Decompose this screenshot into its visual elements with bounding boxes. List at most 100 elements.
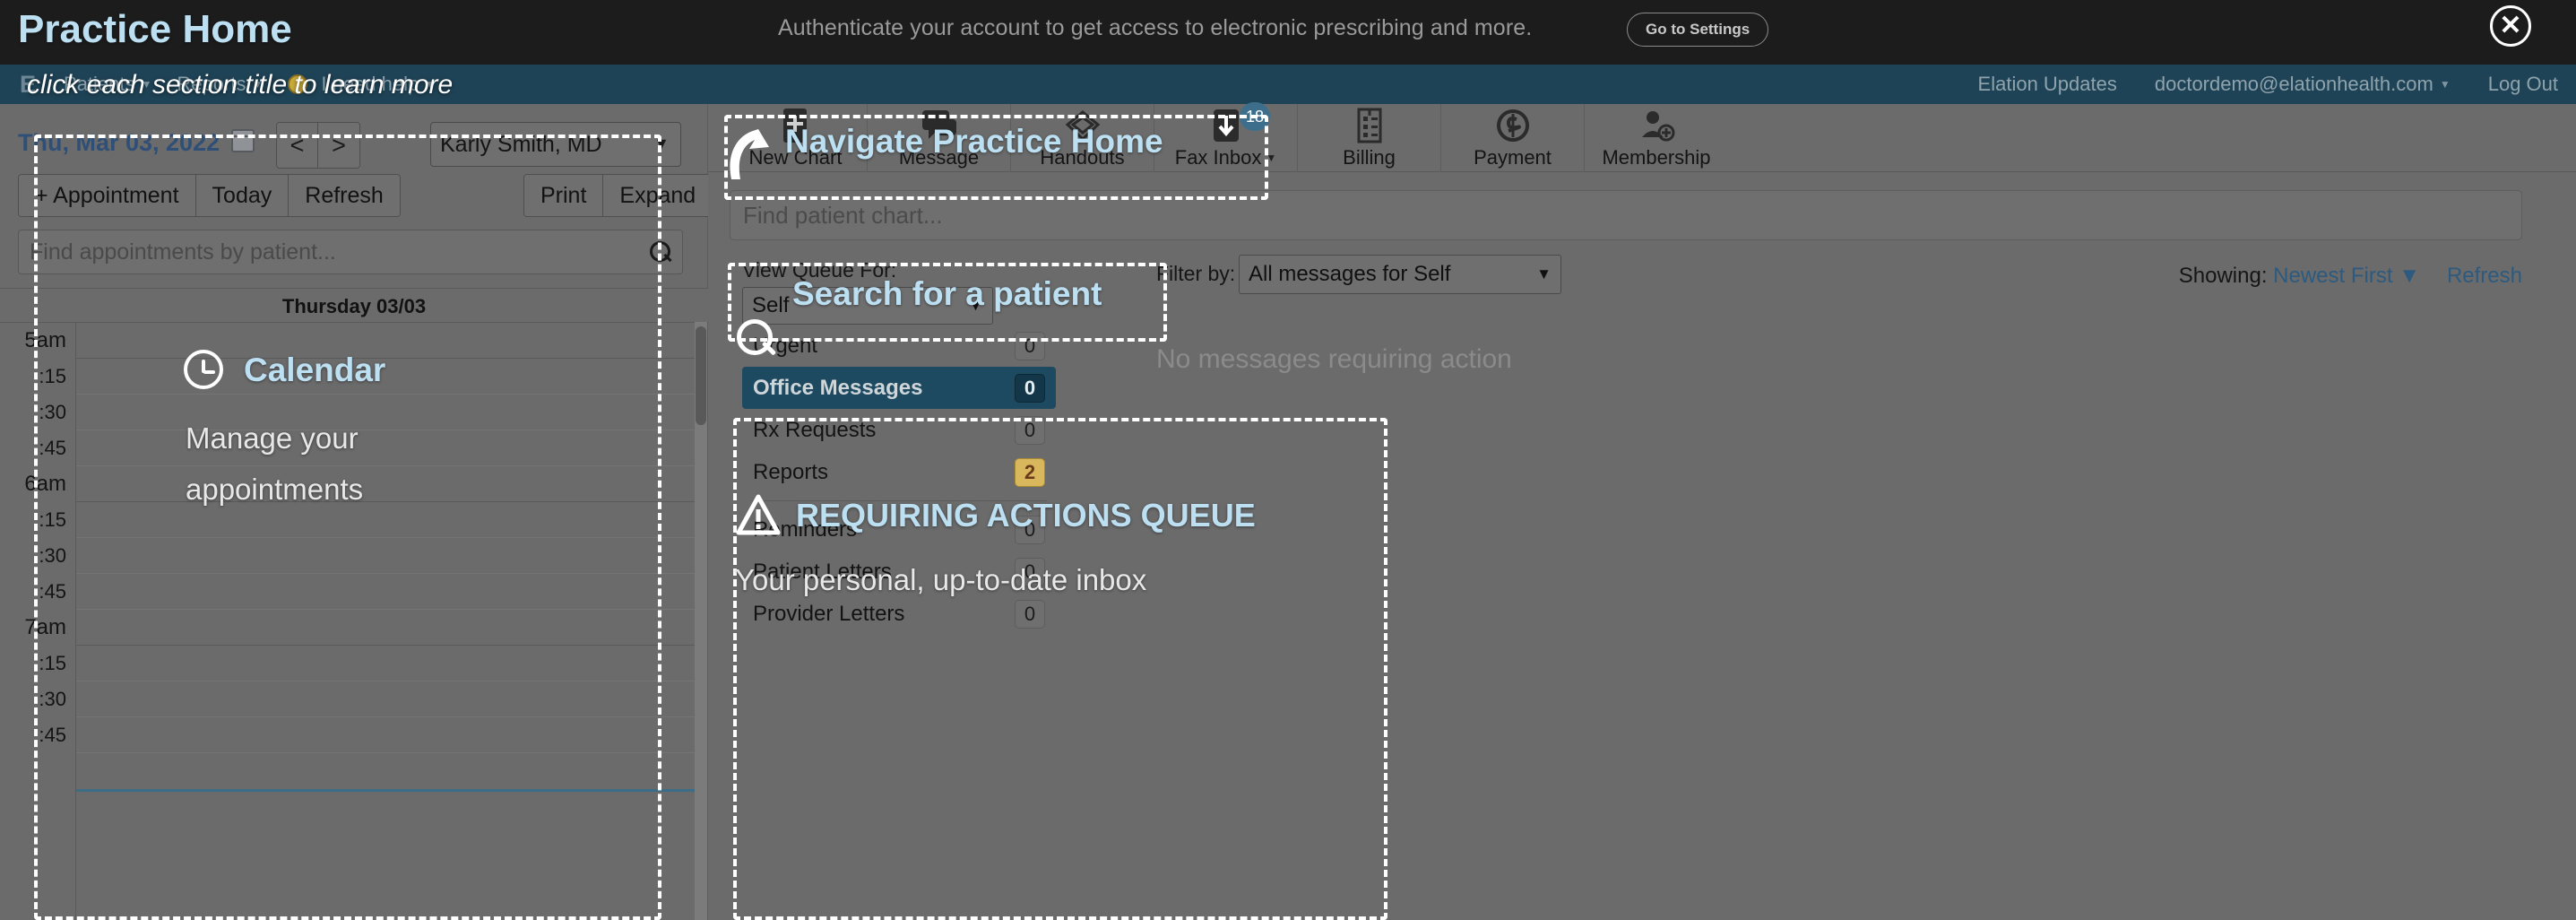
calendar-time-slot[interactable]	[76, 610, 699, 646]
message-icon	[920, 108, 959, 143]
calendar-time-slot[interactable]	[76, 681, 699, 717]
toolbar-item-billing[interactable]: Billing	[1298, 104, 1441, 172]
nav-item-reports[interactable]: Reports ▼	[164, 73, 275, 96]
queue-item-rx-requests[interactable]: Rx Requests 0	[742, 409, 1056, 451]
queue-item-provider-letters[interactable]: Provider Letters 0	[742, 593, 1056, 635]
today-button[interactable]: Today	[195, 175, 290, 216]
calendar-time-slot[interactable]	[76, 646, 699, 681]
toolbar-item-label: Fax Inbox ▼	[1174, 146, 1277, 169]
queue-item-label: Rx Requests	[753, 417, 877, 442]
queue-refresh-link[interactable]: Refresh	[2447, 264, 2522, 289]
appointment-search[interactable]	[18, 230, 683, 274]
toolbar-item-label: Handouts	[1040, 146, 1125, 169]
expand-button[interactable]: Expand	[603, 175, 713, 216]
calendar-time-slot[interactable]	[76, 538, 699, 574]
nav-item-patients[interactable]: Patients ▼	[51, 73, 164, 96]
calendar-time-slot[interactable]	[76, 430, 699, 466]
print-button[interactable]: Print	[524, 175, 604, 216]
queue-item-count: 0	[1015, 331, 1045, 360]
queue-item-reminders[interactable]: Reminders 0	[742, 508, 1056, 551]
nav-right-group: Elation Updates doctordemo@elationhealth…	[1978, 65, 2558, 104]
toolbar-item-message[interactable]: Message	[868, 104, 1011, 172]
provider-select[interactable]: Karly Smith, MD ▼	[430, 122, 681, 167]
alert-icon: !	[288, 74, 308, 94]
search-icon[interactable]	[648, 240, 671, 264]
calendar-day-grid: Thursday 03/03 5am:15:30:45 6am:15:30:45 7…	[0, 288, 708, 920]
patient-search[interactable]	[730, 190, 2522, 240]
toolbar-item-membership[interactable]: Membership	[1585, 104, 1728, 172]
chevron-down-icon: ▼	[141, 78, 152, 91]
calendar-time-label: :15	[39, 652, 66, 674]
nav-item-log-out[interactable]: Log Out	[2488, 73, 2558, 96]
calendar-time-slot[interactable]	[76, 502, 699, 538]
queue-item-urgent[interactable]: Urgent 0	[742, 325, 1056, 367]
next-day-button[interactable]: >	[318, 123, 359, 168]
chevron-down-icon[interactable]: ▼	[2399, 264, 2420, 288]
prev-day-button[interactable]: <	[277, 123, 318, 168]
nav-item-elation-updates[interactable]: Elation Updates	[1978, 73, 2117, 96]
queue-item-count: 0	[1015, 599, 1045, 629]
calendar-time-slot[interactable]	[76, 574, 699, 610]
calendar-time-slot[interactable]	[76, 717, 699, 753]
queue-item-count: 2	[1015, 457, 1045, 487]
nav-item-account-menu[interactable]: doctordemo@elationhealth.com ▼	[2155, 73, 2451, 96]
calendar-time-slot[interactable]	[76, 466, 699, 502]
provider-select-value: Karly Smith, MD	[440, 131, 602, 157]
calendar-scrollbar-thumb[interactable]	[696, 326, 706, 425]
sort-order-value[interactable]: Newest First	[2273, 264, 2392, 288]
chevron-down-icon: ▼	[2439, 78, 2451, 91]
main-nav-bar: E Patients ▼ Reports ▼ ! I need help ▼ E…	[0, 65, 2576, 104]
calendar-picker-icon[interactable]	[231, 129, 255, 152]
calendar-time-label: :30	[39, 401, 66, 423]
calendar-scrollbar[interactable]	[695, 322, 707, 920]
calendar-refresh-button[interactable]: Refresh	[289, 175, 400, 216]
calendar-slot-column[interactable]	[76, 323, 699, 920]
chevron-down-icon: ▼	[425, 78, 437, 91]
queue-item-label: Provider Letters	[753, 601, 905, 626]
toolbar-item-label: New Chart	[748, 146, 843, 169]
payment-icon	[1494, 108, 1532, 143]
close-icon[interactable]: ✕	[2490, 5, 2531, 47]
calendar-time-slot[interactable]	[76, 323, 699, 359]
calendar-panel: Thu, Mar 03, 2022 < > Karly Smith, MD ▼ …	[0, 104, 713, 920]
view-queue-value: Self	[752, 293, 790, 317]
calendar-time-slot[interactable]	[76, 359, 699, 395]
view-queue-select[interactable]: Self ▼	[742, 287, 993, 325]
patient-search-input[interactable]	[743, 201, 2509, 230]
new-chart-icon	[778, 108, 814, 143]
calendar-time-slot[interactable]	[76, 395, 699, 430]
filter-by-label: Filter by:	[1156, 262, 1236, 285]
sort-controls: Showing: Newest First ▼ Refresh	[2179, 264, 2522, 289]
toolbar-item-label: Payment	[1474, 146, 1552, 169]
filter-by-select[interactable]: All messages for Self ▼	[1239, 255, 1561, 294]
nav-item-label: Patients	[64, 73, 135, 95]
nav-item-label: Reports	[177, 73, 246, 95]
toolbar-item-handouts[interactable]: Handouts	[1011, 104, 1154, 172]
filter-by-value: All messages for Self	[1249, 262, 1451, 286]
calendar-time-label: :30	[39, 688, 66, 710]
queue-item-label: Reports	[753, 459, 829, 484]
calendar-time-label: :15	[39, 365, 66, 387]
toolbar-item-fax-inbox[interactable]: 18 Fax Inbox ▼	[1154, 102, 1298, 172]
queue-item-patient-letters[interactable]: Patient Letters 0	[742, 551, 1056, 593]
nav-item-help[interactable]: ! I need help ▼	[275, 73, 448, 96]
chevron-down-icon: ▼	[1536, 265, 1552, 282]
calendar-time-gutter: 5am:15:30:45 6am:15:30:45 7am:15:30:45	[0, 323, 76, 920]
calendar-date-label[interactable]: Thu, Mar 03, 2022	[18, 129, 220, 157]
appointment-search-input[interactable]	[30, 239, 648, 265]
add-appointment-button[interactable]: + Appointment	[19, 175, 196, 216]
empty-state-message: No messages requiring action	[1156, 344, 1512, 374]
queue-item-reports[interactable]: Reports 2	[742, 451, 1056, 493]
toolbar-item-new-chart[interactable]: New Chart	[724, 104, 868, 172]
queue-item-office-messages[interactable]: Office Messages 0	[742, 367, 1056, 409]
queue-item-label: Patient Letters	[753, 559, 892, 584]
toolbar-item-payment[interactable]: Payment	[1441, 104, 1585, 172]
calendar-time-label: 6am	[24, 472, 66, 496]
calendar-time-label: :45	[39, 580, 66, 603]
chevron-down-icon: ▼	[653, 135, 670, 152]
auth-banner-message: Authenticate your account to get access …	[778, 15, 1533, 40]
requiring-actions-queue: View Queue For: Self ▼ Filter by: All me…	[708, 255, 2576, 920]
practice-home-main: New Chart Message Handouts 18 Fax Inbox ▼ Bill…	[708, 102, 2576, 920]
chevron-down-icon[interactable]: ▼	[1266, 152, 1276, 164]
go-to-settings-button[interactable]: Go to Settings	[1627, 13, 1769, 47]
